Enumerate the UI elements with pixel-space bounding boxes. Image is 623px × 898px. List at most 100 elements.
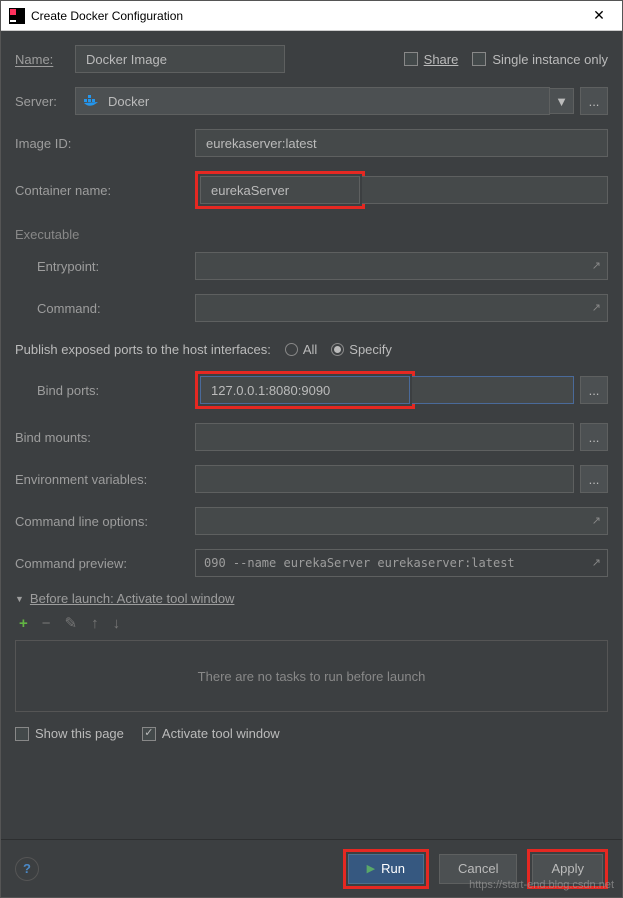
docker-icon	[84, 95, 100, 107]
run-button[interactable]: ▶ Run	[348, 854, 424, 884]
image-id-row: Image ID:	[15, 129, 608, 157]
move-down-icon[interactable]: ↓	[113, 615, 121, 632]
cmd-preview-row: Command preview: 090 --name eurekaServer…	[15, 549, 608, 577]
before-launch-header[interactable]: ▼ Before launch: Activate tool window	[15, 591, 608, 606]
cmd-line-input[interactable]: ↗	[195, 507, 608, 535]
publish-specify-option[interactable]: Specify	[331, 342, 392, 357]
server-label: Server:	[15, 94, 75, 109]
cmd-line-field[interactable]	[204, 513, 599, 530]
bind-ports-highlight	[195, 371, 415, 409]
single-instance-checkbox[interactable]	[472, 52, 486, 66]
bind-ports-input[interactable]	[200, 376, 410, 404]
container-name-input[interactable]	[200, 176, 360, 204]
container-name-label: Container name:	[15, 183, 195, 198]
show-page-label: Show this page	[35, 726, 124, 741]
before-launch-title: Before launch: Activate tool window	[30, 591, 235, 606]
watermark: https://start-end.blog.csdn.net	[469, 879, 614, 891]
server-row: Server: Docker ▼ ...	[15, 87, 608, 115]
single-instance-option[interactable]: Single instance only	[472, 52, 608, 67]
name-field[interactable]	[84, 51, 276, 68]
server-browse-button[interactable]: ...	[580, 87, 608, 115]
env-vars-input[interactable]	[195, 465, 574, 493]
top-right-options: Share Single instance only	[404, 52, 608, 67]
dialog-body: Name: Share Single instance only Server:	[1, 31, 622, 839]
command-label: Command:	[15, 301, 195, 316]
bind-ports-input-tail[interactable]	[412, 376, 574, 404]
command-input[interactable]: ↗	[195, 294, 608, 322]
publish-label: Publish exposed ports to the host interf…	[15, 342, 271, 357]
bind-mounts-browse-button[interactable]: ...	[580, 423, 608, 451]
bind-mounts-input[interactable]	[195, 423, 574, 451]
container-name-input-tail[interactable]	[362, 176, 608, 204]
expand-icon[interactable]: ↗	[592, 259, 601, 272]
cmd-preview-value: 090 --name eurekaServer eurekaserver:lat…	[204, 556, 515, 570]
run-highlight: ▶ Run	[343, 849, 429, 889]
activate-tool-option[interactable]: Activate tool window	[142, 726, 280, 741]
name-label: Name:	[15, 52, 75, 67]
add-task-icon[interactable]: +	[19, 615, 28, 632]
publish-all-radio[interactable]	[285, 343, 298, 356]
task-toolbar: + − ✎ ↑ ↓	[15, 614, 608, 632]
executable-section-title: Executable	[15, 227, 608, 242]
name-row: Name: Share Single instance only	[15, 45, 608, 73]
container-highlight	[195, 171, 365, 209]
env-vars-label: Environment variables:	[15, 472, 195, 487]
play-icon: ▶	[367, 862, 375, 875]
env-vars-browse-button[interactable]: ...	[580, 465, 608, 493]
cmd-line-row: Command line options: ↗	[15, 507, 608, 535]
expand-icon[interactable]: ↗	[592, 301, 601, 314]
cmd-preview-display: 090 --name eurekaServer eurekaserver:lat…	[195, 549, 608, 577]
before-launch-section: ▼ Before launch: Activate tool window + …	[15, 591, 608, 741]
entrypoint-label: Entrypoint:	[15, 259, 195, 274]
dropdown-arrow-icon[interactable]: ▼	[550, 88, 574, 114]
intellij-icon	[9, 8, 25, 24]
close-icon[interactable]: ✕	[584, 7, 614, 24]
entrypoint-field[interactable]	[204, 258, 599, 275]
cancel-label: Cancel	[458, 861, 498, 876]
publish-specify-label: Specify	[349, 342, 392, 357]
bind-mounts-field[interactable]	[204, 429, 565, 446]
run-label: Run	[381, 861, 405, 876]
bind-mounts-label: Bind mounts:	[15, 430, 195, 445]
env-vars-row: Environment variables: ...	[15, 465, 608, 493]
publish-specify-radio[interactable]	[331, 343, 344, 356]
window-title: Create Docker Configuration	[31, 9, 584, 23]
move-up-icon[interactable]: ↑	[91, 615, 99, 632]
help-button[interactable]: ?	[15, 857, 39, 881]
task-list-empty: There are no tasks to run before launch	[15, 640, 608, 712]
before-launch-checks: Show this page Activate tool window	[15, 726, 608, 741]
bind-ports-browse-button[interactable]: ...	[580, 376, 608, 404]
single-instance-label: Single instance only	[492, 52, 608, 67]
remove-task-icon[interactable]: −	[42, 615, 51, 632]
image-id-field[interactable]	[204, 135, 599, 152]
expand-icon[interactable]: ↗	[592, 514, 601, 527]
cmd-line-label: Command line options:	[15, 514, 195, 529]
container-name-row: Container name:	[15, 171, 608, 209]
publish-all-option[interactable]: All	[285, 342, 317, 357]
image-id-input[interactable]	[195, 129, 608, 157]
expand-icon[interactable]: ↗	[592, 556, 601, 569]
edit-task-icon[interactable]: ✎	[65, 614, 78, 632]
container-name-field[interactable]	[209, 182, 351, 199]
entrypoint-input[interactable]: ↗	[195, 252, 608, 280]
apply-label: Apply	[551, 861, 584, 876]
bind-ports-label: Bind ports:	[15, 383, 195, 398]
publish-all-label: All	[303, 342, 317, 357]
bind-ports-row: Bind ports: ...	[15, 371, 608, 409]
name-input[interactable]	[75, 45, 285, 73]
bind-mounts-row: Bind mounts: ...	[15, 423, 608, 451]
env-vars-field[interactable]	[204, 471, 565, 488]
dialog-window: Create Docker Configuration ✕ Name: Shar…	[0, 0, 623, 898]
share-option[interactable]: Share	[404, 52, 459, 67]
activate-tool-label: Activate tool window	[162, 726, 280, 741]
share-checkbox[interactable]	[404, 52, 418, 66]
command-field[interactable]	[204, 300, 599, 317]
server-dropdown[interactable]: Docker	[75, 87, 550, 115]
share-label: Share	[424, 52, 459, 67]
entrypoint-row: Entrypoint: ↗	[15, 252, 608, 280]
bind-ports-field[interactable]	[209, 382, 401, 399]
activate-tool-checkbox[interactable]	[142, 727, 156, 741]
show-page-checkbox[interactable]	[15, 727, 29, 741]
cmd-preview-label: Command preview:	[15, 556, 195, 571]
show-page-option[interactable]: Show this page	[15, 726, 124, 741]
